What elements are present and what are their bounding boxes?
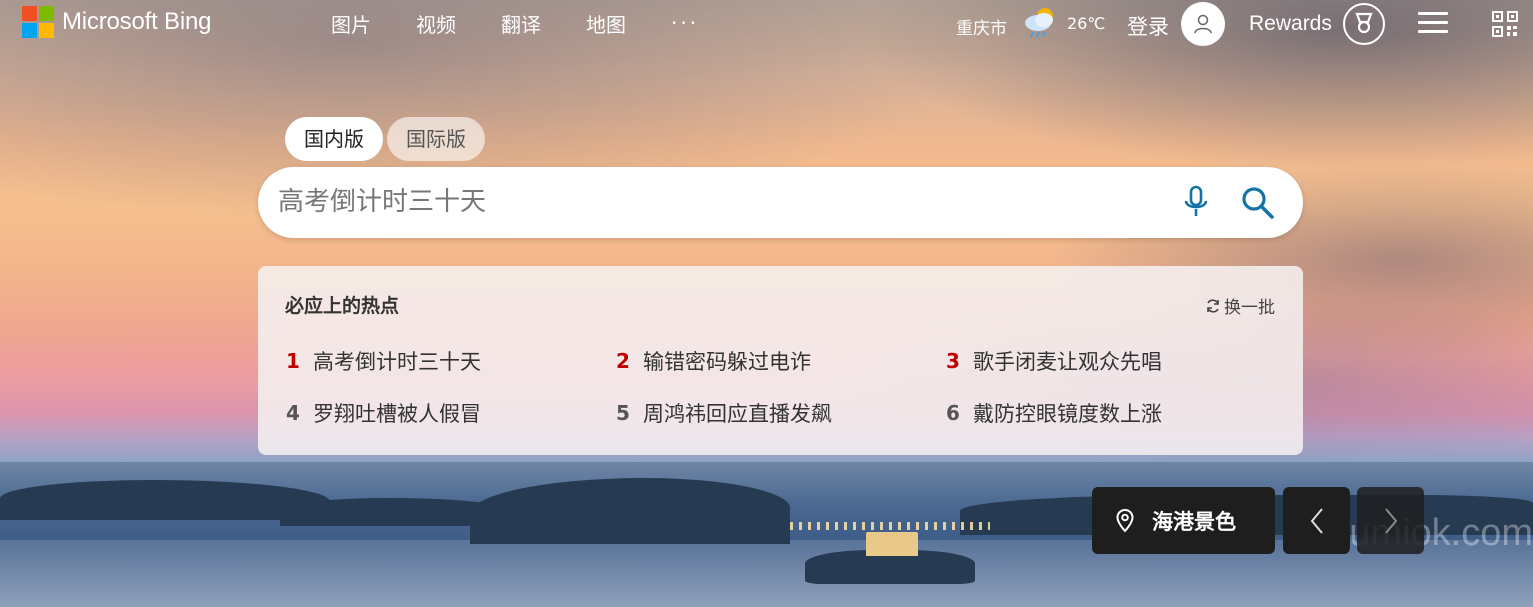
microsoft-logo-icon (22, 6, 54, 38)
location-label: 海港景色 (1152, 509, 1236, 534)
menu-line (1418, 12, 1448, 15)
search-box (258, 167, 1303, 238)
hot-topics-panel: 必应上的热点 换一批 1 高考倒计时三十天 2 输错密码躲过电诈 3 歌手闭麦让… (258, 266, 1303, 455)
bing-logo[interactable]: Microsoft Bing (22, 6, 211, 38)
search-icon[interactable] (1240, 185, 1276, 221)
hot-topic-item[interactable]: 3 歌手闭麦让观众先唱 (946, 346, 1276, 376)
search-input[interactable] (278, 179, 1158, 225)
hot-text: 歌手闭麦让观众先唱 (973, 350, 1162, 374)
hot-topics-list: 1 高考倒计时三十天 2 输错密码躲过电诈 3 歌手闭麦让观众先唱 4 罗翔吐槽… (286, 346, 1276, 428)
tab-domestic[interactable]: 国内版 (285, 117, 383, 161)
location-pin-icon (1116, 508, 1134, 532)
refresh-icon (1207, 298, 1219, 313)
fort (866, 532, 918, 556)
hot-topic-item[interactable]: 2 输错密码躲过电诈 (616, 346, 946, 376)
hot-rank: 6 (946, 401, 960, 425)
chevron-left-icon (1310, 507, 1323, 534)
harbor-lights (790, 522, 990, 530)
hot-text: 周鸿祎回应直播发飙 (643, 402, 832, 426)
hot-text: 高考倒计时三十天 (313, 350, 481, 374)
top-header: Microsoft Bing 图片 视频 翻译 地图 ··· 重庆市 26℃ 登… (0, 0, 1533, 50)
image-location-button[interactable]: 海港景色 (1092, 487, 1275, 554)
next-image-button[interactable] (1357, 487, 1424, 554)
menu-line (1418, 21, 1448, 24)
nav-maps[interactable]: 地图 (586, 10, 626, 40)
hot-text: 戴防控眼镜度数上涨 (973, 402, 1162, 426)
login-link[interactable]: 登录 (1127, 11, 1177, 41)
hot-text: 罗翔吐槽被人假冒 (313, 402, 481, 426)
hot-rank: 4 (286, 401, 300, 425)
hot-topic-item[interactable]: 1 高考倒计时三十天 (286, 346, 616, 376)
partly-cloudy-rain-icon[interactable] (1020, 5, 1060, 39)
hot-topic-item[interactable]: 6 戴防控眼镜度数上涨 (946, 398, 1276, 428)
top-nav: 图片 视频 翻译 地图 ··· (331, 10, 699, 40)
nav-translate[interactable]: 翻译 (501, 10, 541, 40)
hot-topic-item[interactable]: 5 周鸿祎回应直播发飙 (616, 398, 946, 428)
hot-topic-item[interactable]: 4 罗翔吐槽被人假冒 (286, 398, 616, 428)
menu-button[interactable] (1418, 12, 1448, 36)
nav-images[interactable]: 图片 (331, 10, 371, 40)
refresh-button[interactable]: 换一批 (1205, 293, 1275, 318)
menu-line (1418, 30, 1448, 33)
qr-code-icon[interactable] (1492, 11, 1518, 37)
logo-text: Microsoft Bing (62, 8, 212, 35)
hot-topics-title: 必应上的热点 (285, 295, 400, 317)
hot-rank: 2 (616, 349, 630, 373)
previous-image-button[interactable] (1283, 487, 1350, 554)
temperature: 26℃ (1067, 14, 1106, 33)
trophy-icon (1355, 12, 1373, 34)
hot-rank: 5 (616, 401, 630, 425)
avatar[interactable] (1181, 2, 1225, 46)
hot-rank: 3 (946, 349, 960, 373)
nav-videos[interactable]: 视频 (416, 10, 456, 40)
rewards-link[interactable]: Rewards (1249, 12, 1339, 36)
hot-text: 输错密码躲过电诈 (643, 350, 811, 374)
refresh-label: 换一批 (1224, 298, 1275, 318)
user-icon (1194, 14, 1212, 34)
hot-rank: 1 (286, 349, 300, 373)
tab-international[interactable]: 国际版 (387, 117, 485, 161)
region-tabs: 国内版 国际版 (285, 117, 489, 161)
microphone-icon[interactable] (1182, 185, 1210, 219)
chevron-right-icon (1384, 507, 1397, 534)
nav-more-button[interactable]: ··· (671, 10, 699, 40)
rewards-medal[interactable] (1343, 3, 1385, 45)
weather-city[interactable]: 重庆市 (956, 14, 1016, 39)
